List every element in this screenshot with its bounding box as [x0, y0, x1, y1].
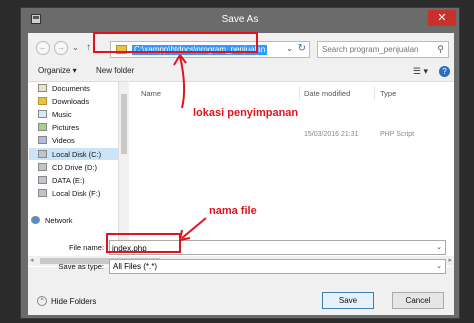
title-bar: Save As ✕: [21, 8, 459, 32]
savetype-label: Save as type:: [58, 262, 104, 271]
close-button[interactable]: ✕: [428, 10, 456, 26]
scrollbar-thumb[interactable]: [121, 94, 127, 154]
save-as-dialog: Save As ✕ ← → ⌄ ↑ C:\xampp\htdocs\progra…: [20, 7, 460, 319]
view-options-icon[interactable]: ☰ ▾: [413, 66, 428, 77]
organize-button[interactable]: Organize ▾: [38, 66, 77, 75]
sidebar-item-label: Music: [52, 109, 72, 119]
sidebar-item-local-disk-c[interactable]: Local Disk (C:): [29, 148, 119, 160]
file-type: PHP Script: [380, 131, 415, 138]
sidebar-item-label: Local Disk (F:): [52, 188, 101, 198]
refresh-icon[interactable]: ↻: [298, 43, 306, 54]
location-annotation: lokasi penyimpanan: [193, 107, 299, 119]
disk-icon: [38, 176, 47, 184]
music-icon: [38, 110, 47, 118]
sidebar-item-downloads[interactable]: Downloads: [38, 95, 89, 107]
sidebar-item-pictures[interactable]: Pictures: [38, 121, 79, 133]
chevron-down-icon[interactable]: ⌄: [436, 243, 442, 251]
up-icon[interactable]: ↑: [86, 42, 91, 53]
column-separator[interactable]: [374, 86, 375, 100]
save-button[interactable]: Save: [322, 292, 374, 309]
sidebar-item-videos[interactable]: Videos: [38, 134, 75, 146]
filename-highlight-box: [106, 233, 181, 253]
hide-folders-button[interactable]: ^ Hide Folders: [37, 296, 96, 306]
help-icon[interactable]: ?: [439, 66, 450, 77]
sidebar-item-cd-drive-d[interactable]: CD Drive (D:): [38, 161, 97, 173]
sidebar-item-music[interactable]: Music: [38, 108, 72, 120]
file-date: 15/03/2016 21:31: [304, 131, 359, 138]
column-header-type[interactable]: Type: [380, 89, 396, 98]
sidebar-item-documents[interactable]: Documents: [38, 82, 90, 94]
new-folder-button[interactable]: New folder: [96, 66, 134, 75]
sidebar-item-label: CD Drive (D:): [52, 162, 97, 172]
sidebar-item-label: DATA (E:): [52, 175, 85, 185]
search-icon: ⚲: [437, 44, 444, 54]
sidebar-item-label: Documents: [52, 83, 90, 93]
documents-icon: [38, 84, 47, 92]
window-title: Save As: [221, 14, 259, 25]
forward-button[interactable]: →: [54, 41, 68, 55]
disk-icon: [38, 189, 47, 197]
scroll-left-icon[interactable]: ◂: [30, 256, 34, 264]
videos-icon: [38, 136, 47, 144]
search-input[interactable]: [322, 44, 432, 55]
disk-icon: [38, 150, 47, 158]
savetype-value: All Files (*.*): [113, 262, 158, 271]
network-icon: [31, 216, 40, 224]
sidebar-item-network[interactable]: Network: [31, 214, 73, 226]
column-header-date[interactable]: Date modified: [304, 89, 350, 98]
cd-drive-icon: [38, 163, 47, 171]
search-box[interactable]: ⚲: [317, 41, 449, 58]
sidebar-item-label: Local Disk (C:): [52, 149, 102, 159]
cancel-button[interactable]: Cancel: [392, 292, 444, 309]
command-toolbar: Organize ▾ New folder ☰ ▾ ?: [28, 63, 454, 81]
recent-locations-icon[interactable]: ⌄: [72, 43, 79, 52]
sidebar-item-data-e[interactable]: DATA (E:): [38, 174, 85, 186]
pictures-icon: [38, 123, 47, 131]
downloads-icon: [38, 97, 47, 105]
sidebar-item-label: Pictures: [52, 122, 80, 132]
dialog-body: ← → ⌄ ↑ C:\xampp\htdocs\program_penjuala…: [28, 33, 454, 315]
location-arrow: [173, 54, 187, 109]
chevron-up-icon: ^: [37, 296, 47, 306]
savetype-select[interactable]: All Files (*.*) ⌄: [109, 259, 446, 274]
sidebar-item-label: Network: [45, 215, 73, 225]
filename-arrow: [179, 217, 207, 241]
sidebar-item-label: Videos: [52, 135, 75, 145]
sidebar-item-local-disk-f[interactable]: Local Disk (F:): [38, 187, 100, 199]
scroll-right-icon[interactable]: ▸: [448, 256, 452, 264]
chevron-down-icon[interactable]: ⌄: [436, 262, 442, 270]
address-highlight-box: [93, 32, 258, 53]
sidebar-item-label: Downloads: [52, 96, 90, 106]
column-separator[interactable]: [299, 86, 300, 100]
back-button[interactable]: ←: [36, 41, 50, 55]
column-header-name[interactable]: Name: [141, 89, 161, 98]
address-dropdown-icon[interactable]: ⌄: [286, 44, 293, 53]
hide-folders-label: Hide Folders: [51, 296, 97, 306]
filename-annotation: nama file: [209, 205, 257, 217]
filename-label: File name:: [68, 243, 104, 252]
